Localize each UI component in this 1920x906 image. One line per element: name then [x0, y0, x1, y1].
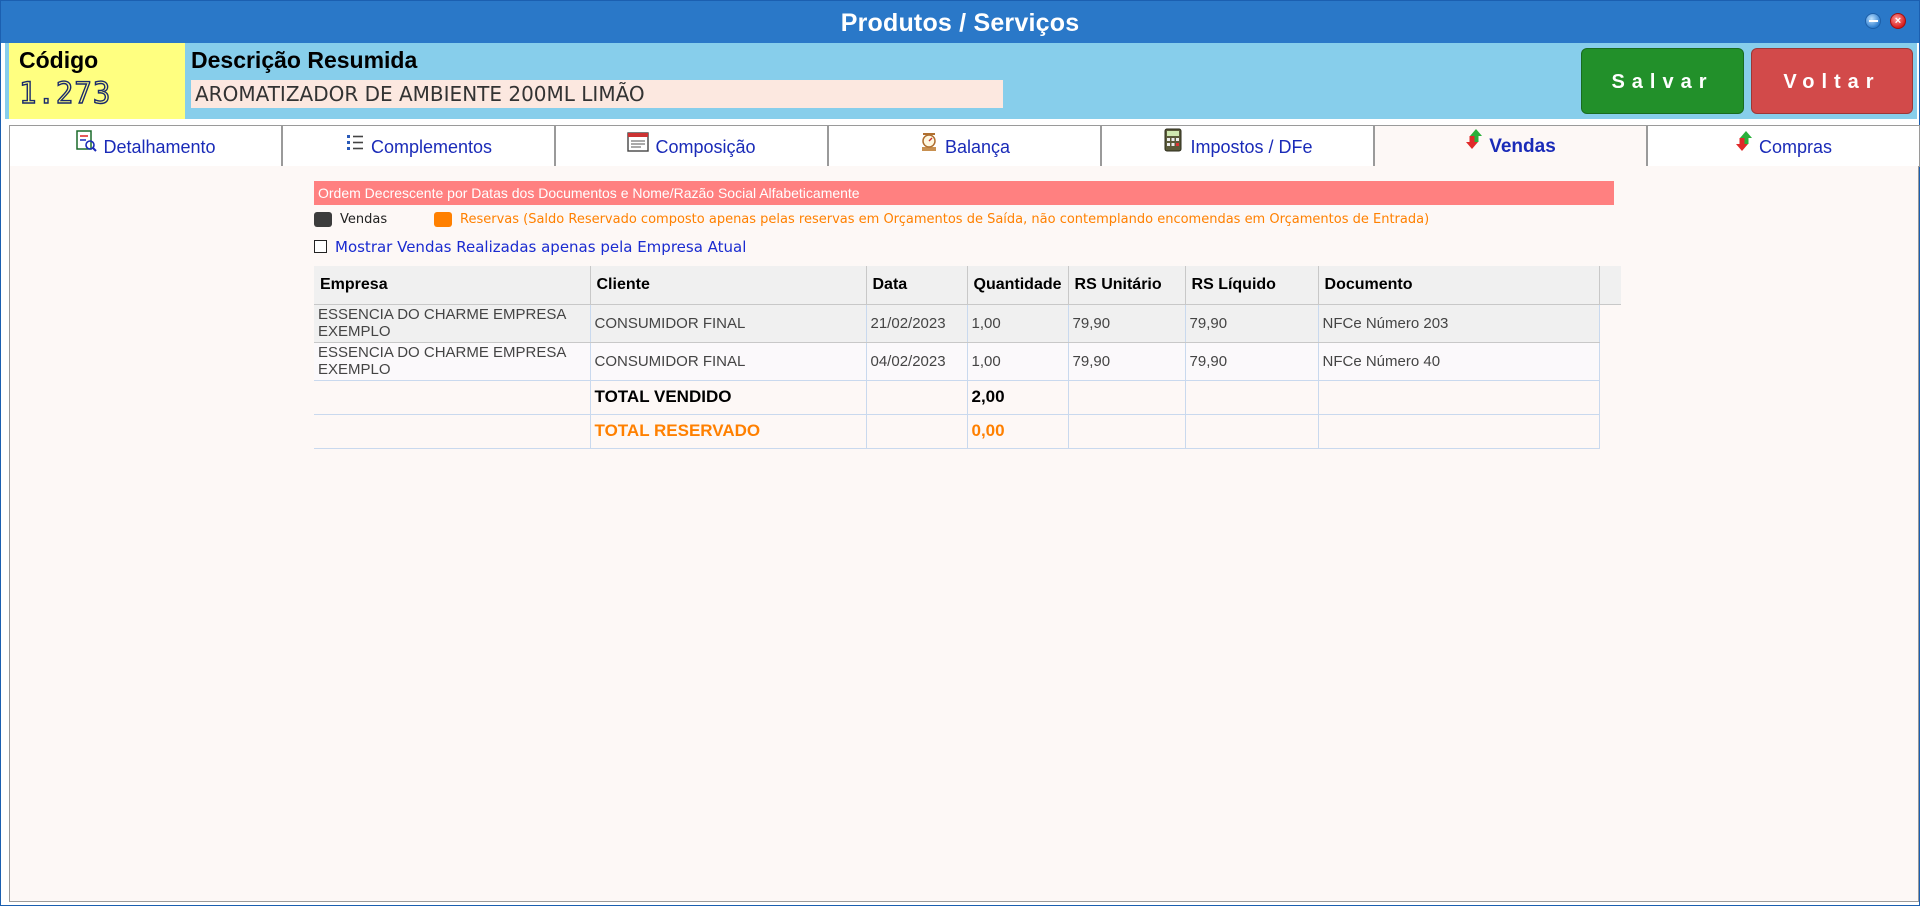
- tab-vendas[interactable]: Vendas: [1374, 125, 1647, 167]
- descricao-label: Descrição Resumida: [191, 47, 418, 73]
- cell-empresa: ESSENCIA DO CHARME EMPRESA EXEMPLO: [314, 304, 591, 343]
- list-icon: [345, 125, 365, 167]
- cell-empty: [314, 380, 591, 415]
- cell-empty: [1318, 380, 1600, 415]
- cell-empty: [1068, 414, 1186, 449]
- tab-label: Detalhamento: [103, 137, 216, 157]
- tab-composicao[interactable]: Composição: [555, 125, 828, 167]
- col-quantidade[interactable]: Quantidade: [967, 266, 1069, 305]
- empresa-atual-label: Mostrar Vendas Realizadas apenas pela Em…: [335, 238, 747, 256]
- legend-item-vendas: Vendas: [314, 212, 387, 227]
- vendas-panel: Ordem Decrescente por Datas dos Document…: [9, 166, 1919, 902]
- cell-empty: [1185, 414, 1319, 449]
- col-liquido[interactable]: RS Líquido: [1185, 266, 1319, 305]
- col-cliente[interactable]: Cliente: [590, 266, 867, 305]
- total-reservado-value: 0,00: [967, 414, 1069, 449]
- tab-label: Compras: [1758, 137, 1833, 157]
- cell-empty: [314, 414, 591, 449]
- title-bar[interactable]: Produtos / Serviços ×: [1, 1, 1919, 43]
- calculator-icon: [1162, 125, 1184, 167]
- tab-label: Vendas: [1489, 136, 1556, 157]
- total-vendido-value: 2,00: [967, 380, 1069, 415]
- row-filler: [1599, 414, 1621, 448]
- table-header-row: Empresa Cliente Data Quantidade RS Unitá…: [314, 266, 1622, 305]
- cell-liquido: 79,90: [1185, 342, 1319, 381]
- header-filler: [1599, 266, 1622, 305]
- form-icon: [627, 125, 650, 167]
- tab-compras[interactable]: Compras: [1647, 125, 1920, 167]
- back-button[interactable]: Voltar: [1751, 48, 1913, 114]
- legend-swatch-vendas: [314, 212, 332, 227]
- cell-empty: [1318, 414, 1600, 449]
- empresa-atual-filter[interactable]: Mostrar Vendas Realizadas apenas pela Em…: [314, 238, 746, 256]
- tab-label: Balança: [944, 137, 1011, 157]
- up-down-arrows-icon: [1465, 124, 1483, 166]
- row-filler: [1599, 342, 1621, 380]
- save-button[interactable]: Salvar: [1581, 48, 1744, 114]
- table-row[interactable]: ESSENCIA DO CHARME EMPRESA EXEMPLO CONSU…: [314, 304, 1621, 343]
- cell-data: 04/02/2023: [866, 342, 968, 381]
- cell-empresa: ESSENCIA DO CHARME EMPRESA EXEMPLO: [314, 342, 591, 381]
- up-down-arrows-icon: [1735, 125, 1753, 167]
- cell-cliente: CONSUMIDOR FINAL: [590, 304, 867, 343]
- window-title: Produtos / Serviços: [840, 9, 1080, 37]
- cell-documento: NFCe Número 203: [1318, 304, 1600, 343]
- cell-empty: [1068, 380, 1186, 415]
- tab-bar: Detalhamento Complementos Composição Bal…: [9, 125, 1920, 167]
- product-header: Código 1.273 Descrição Resumida AROMATIZ…: [5, 43, 1917, 119]
- legend-item-reservas: Reservas (Saldo Reservado composto apena…: [434, 212, 1429, 227]
- total-vendido-label: TOTAL VENDIDO: [590, 380, 867, 415]
- cell-empty: [866, 414, 968, 449]
- row-filler: [1599, 304, 1621, 342]
- scale-icon: [919, 125, 939, 167]
- cell-unitario: 79,90: [1068, 304, 1186, 343]
- tab-balanca[interactable]: Balança: [828, 125, 1101, 167]
- vendas-table: Empresa Cliente Data Quantidade RS Unitá…: [314, 266, 1622, 449]
- codigo-value: 1.273: [18, 75, 112, 110]
- descricao-input[interactable]: AROMATIZADOR DE AMBIENTE 200ML LIMÃO: [191, 80, 1003, 108]
- legend-label-reservas: Reservas (Saldo Reservado composto apena…: [460, 212, 1430, 227]
- codigo-box: Código 1.273: [9, 43, 185, 119]
- col-data[interactable]: Data: [866, 266, 968, 305]
- col-unitario[interactable]: RS Unitário: [1068, 266, 1186, 305]
- table-row[interactable]: ESSENCIA DO CHARME EMPRESA EXEMPLO CONSU…: [314, 342, 1621, 381]
- tab-label: Complementos: [370, 137, 493, 157]
- tab-label: Impostos / DFe: [1190, 137, 1313, 157]
- legend-label-vendas: Vendas: [340, 212, 388, 227]
- cell-liquido: 79,90: [1185, 304, 1319, 343]
- cell-documento: NFCe Número 40: [1318, 342, 1600, 381]
- total-vendido-row: TOTAL VENDIDO 2,00: [314, 380, 1621, 415]
- total-reservado-row: TOTAL RESERVADO 0,00: [314, 414, 1621, 449]
- tab-detalhamento[interactable]: Detalhamento: [9, 125, 282, 167]
- sort-order-banner: Ordem Decrescente por Datas dos Document…: [314, 181, 1614, 205]
- product-window: Produtos / Serviços × Código 1.273 Descr…: [0, 0, 1920, 906]
- cell-unitario: 79,90: [1068, 342, 1186, 381]
- total-reservado-label: TOTAL RESERVADO: [590, 414, 867, 449]
- cell-data: 21/02/2023: [866, 304, 968, 343]
- tab-impostos[interactable]: Impostos / DFe: [1101, 125, 1374, 167]
- cell-empty: [866, 380, 968, 415]
- minimize-icon[interactable]: [1865, 13, 1881, 29]
- empresa-atual-checkbox[interactable]: [314, 239, 327, 253]
- cell-cliente: CONSUMIDOR FINAL: [590, 342, 867, 381]
- tab-complementos[interactable]: Complementos: [282, 125, 555, 167]
- cell-empty: [1185, 380, 1319, 415]
- legend-swatch-reservas: [434, 212, 452, 227]
- document-search-icon: [75, 125, 98, 167]
- row-filler: [1599, 380, 1621, 414]
- cell-quantidade: 1,00: [967, 304, 1069, 343]
- col-empresa[interactable]: Empresa: [314, 266, 591, 305]
- codigo-label: Código: [19, 47, 99, 73]
- col-documento[interactable]: Documento: [1318, 266, 1600, 305]
- close-icon[interactable]: ×: [1890, 13, 1906, 29]
- cell-quantidade: 1,00: [967, 342, 1069, 381]
- tab-label: Composição: [655, 137, 756, 157]
